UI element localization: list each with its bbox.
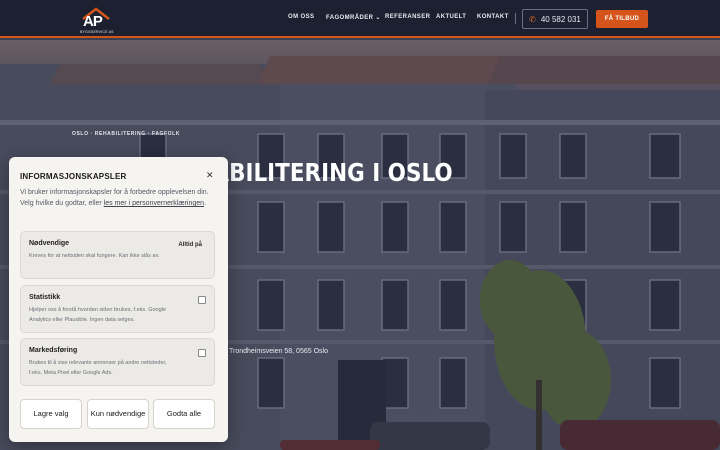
accept-all-button[interactable]: Godta alle (153, 399, 215, 429)
marketing-checkbox[interactable] (198, 349, 206, 357)
logo[interactable]: AP BYGGSERVICE AS (80, 7, 114, 35)
nav-item-referanser[interactable]: REFERANSER (385, 14, 430, 20)
nav-item-label: AKTUELT (436, 14, 467, 20)
option-title: Statistikk (29, 294, 61, 301)
nav-divider (515, 13, 516, 24)
logo-tagline: BYGGSERVICE AS (80, 30, 114, 34)
phone-icon: ✆ (529, 14, 536, 24)
nav-item-label: KONTAKT (477, 14, 509, 20)
always-on-status: Alltid på (178, 242, 202, 248)
breadcrumb: OSLO · REHABILITERING · FAGFOLK (72, 131, 181, 137)
option-title: Nødvendige (29, 240, 70, 247)
nav-item-label: FAGOMRÅDER (326, 15, 374, 21)
phone-number: 40 582 031 (540, 14, 581, 24)
necessary-only-button[interactable]: Kun nødvendige (87, 399, 149, 429)
cookie-intro-end: . (204, 200, 207, 207)
chevron-down-icon: ⌄ (375, 15, 381, 21)
option-title: Markedsføring (29, 347, 78, 354)
cookie-option-marketing: Markedsføring Brukes til å vise relevant… (20, 338, 215, 386)
option-description: Hjelper oss å forstå hvordan siden bruke… (29, 307, 166, 323)
cookie-consent-panel: INFORMASJONSKAPSLER ✕ Vi bruker informas… (9, 157, 228, 442)
get-quote-button[interactable]: FÅ TILBUD (596, 10, 648, 28)
option-description: Brukes til å vise relevante annonser på … (29, 360, 167, 376)
privacy-policy-link[interactable]: les mer i personvernerklæringen (104, 200, 204, 207)
cookie-title: INFORMASJONSKAPSLER (20, 172, 127, 181)
logo-mark: AP (83, 13, 103, 30)
hero-address: Trondheimsveien 58, 0565 Oslo (229, 348, 328, 355)
cookie-option-necessary: Nødvendige Kreves for at nettsiden skal … (20, 231, 215, 279)
cookie-option-statistics: Statistikk Hjelper oss å forstå hvordan … (20, 285, 215, 333)
nav-item-label: REFERANSER (385, 14, 431, 20)
save-choices-button[interactable]: Lagre valg (20, 399, 82, 429)
nav-item-label: OM OSS (288, 14, 315, 20)
nav-item-kontakt[interactable]: KONTAKT (477, 14, 509, 20)
statistics-checkbox[interactable] (198, 296, 206, 304)
nav-item-aktuelt[interactable]: AKTUELT (436, 14, 466, 20)
phone-button[interactable]: ✆ 40 582 031 (522, 9, 588, 29)
cookie-intro: Vi bruker informasjonskapsler for å forb… (20, 187, 220, 209)
nav-item-fagomrader[interactable]: FAGOMRÅDER ⌄ (326, 14, 381, 21)
option-description: Kreves for at nettsiden skal fungere. Ka… (29, 253, 160, 259)
close-icon[interactable]: ✕ (206, 171, 214, 180)
nav-item-om-oss[interactable]: OM OSS (288, 14, 314, 20)
site-header: AP BYGGSERVICE AS OM OSS FAGOMRÅDER ⌄ REF… (0, 0, 720, 38)
